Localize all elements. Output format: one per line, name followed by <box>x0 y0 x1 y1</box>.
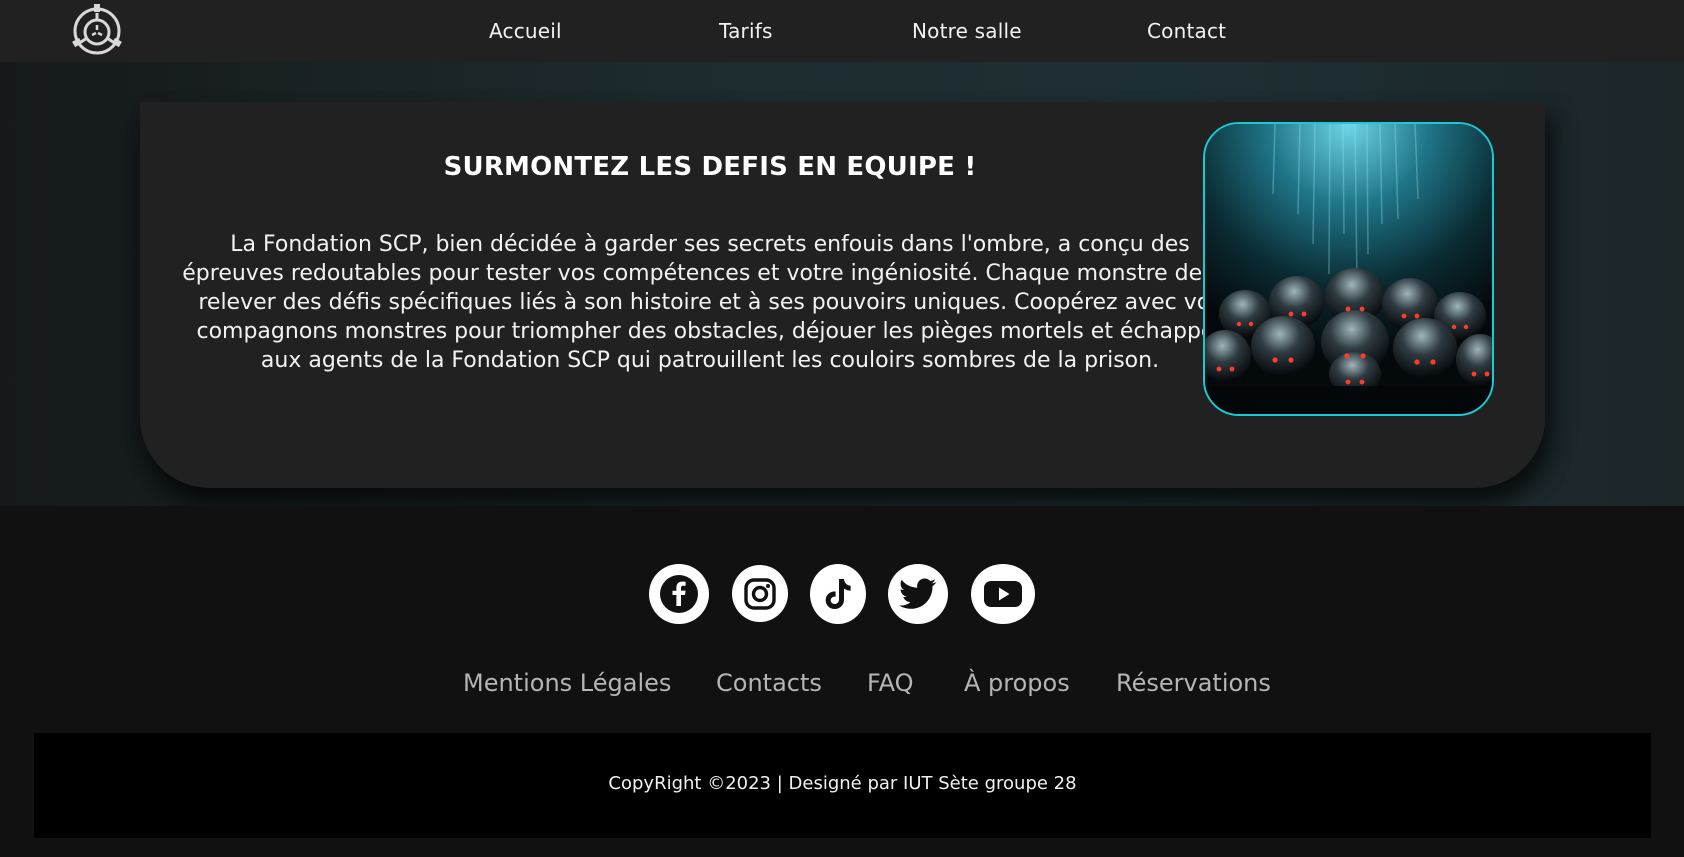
content-card: SURMONTEZ LES DEFIS EN EQUIPE ! La Fonda… <box>140 102 1545 488</box>
youtube-icon[interactable] <box>971 564 1035 624</box>
footer-link-faq[interactable]: FAQ <box>867 669 914 697</box>
main-section: SURMONTEZ LES DEFIS EN EQUIPE ! La Fonda… <box>0 62 1684 506</box>
scp-logo-icon[interactable] <box>68 3 126 59</box>
section-paragraph: La Fondation SCP, bien décidée à garder … <box>182 232 1238 373</box>
top-navbar: Accueil Tarifs Notre salle Contact <box>0 0 1684 62</box>
copyright-bar: CopyRight ©2023 | Designé par IUT Sète g… <box>34 733 1651 838</box>
section-title: SURMONTEZ LES DEFIS EN EQUIPE ! <box>443 152 977 182</box>
nav-link-notre-salle[interactable]: Notre salle <box>912 19 1022 43</box>
footer: Mentions Légales Contacts FAQ À propos R… <box>0 506 1684 857</box>
footer-link-reservations[interactable]: Réservations <box>1116 669 1271 697</box>
nav-link-accueil[interactable]: Accueil <box>489 19 562 43</box>
facebook-icon[interactable] <box>649 564 709 624</box>
instagram-icon[interactable] <box>732 565 788 622</box>
footer-link-a-propos[interactable]: À propos <box>964 669 1070 697</box>
tiktok-icon[interactable] <box>810 564 866 624</box>
nav-link-contact[interactable]: Contact <box>1147 19 1226 43</box>
nav-link-tarifs[interactable]: Tarifs <box>719 19 773 43</box>
twitter-icon[interactable] <box>888 564 948 624</box>
monsters-illustration-image <box>1203 122 1494 416</box>
footer-link-contacts[interactable]: Contacts <box>716 669 822 697</box>
copyright-text: CopyRight ©2023 | Designé par IUT Sète g… <box>608 773 1077 794</box>
footer-link-mentions-legales[interactable]: Mentions Légales <box>463 669 671 697</box>
